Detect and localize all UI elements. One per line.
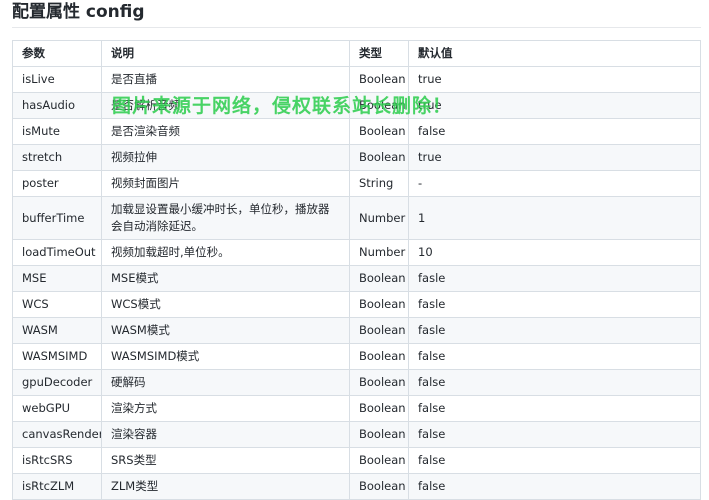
- cell-type: Boolean: [349, 291, 409, 318]
- table-row: loadTimeOut 视频加载超时,单位秒。 Number 10: [12, 239, 701, 266]
- table-row: isMute 是否渲染音频 Boolean false: [12, 118, 701, 145]
- cell-default: 10: [408, 239, 701, 266]
- table-row: webGPU 渲染方式 Boolean false: [12, 395, 701, 422]
- cell-default: fasle: [408, 265, 701, 292]
- table-body: isLive 是否直播 Boolean true hasAudio 是否解析音频…: [12, 66, 701, 500]
- cell-param: MSE: [12, 265, 102, 292]
- cell-default: fasle: [408, 317, 701, 344]
- table-row: isRtcSRS SRS类型 Boolean false: [12, 447, 701, 474]
- page-title: 配置属性 config: [12, 2, 145, 22]
- cell-type: Boolean: [349, 92, 409, 119]
- header-default: 默认值: [408, 40, 701, 67]
- cell-param: webGPU: [12, 395, 102, 422]
- table-row: WCS WCS模式 Boolean fasle: [12, 291, 701, 318]
- cell-type: Boolean: [349, 265, 409, 292]
- header-type: 类型: [349, 40, 409, 67]
- cell-param: isLive: [12, 66, 102, 93]
- cell-description: ZLM类型: [101, 473, 350, 500]
- cell-param: isMute: [12, 118, 102, 145]
- cell-description: 视频加载超时,单位秒。: [101, 239, 350, 266]
- cell-type: Boolean: [349, 343, 409, 370]
- cell-default: true: [408, 92, 701, 119]
- cell-param: canvasRender: [12, 421, 102, 448]
- table-row: WASMSIMD WASMSIMD模式 Boolean false: [12, 343, 701, 370]
- cell-param: WASM: [12, 317, 102, 344]
- cell-type: Number: [349, 239, 409, 266]
- cell-description: 渲染容器: [101, 421, 350, 448]
- cell-description: 是否渲染音频: [101, 118, 350, 145]
- table-row: canvasRender 渲染容器 Boolean false: [12, 421, 701, 448]
- cell-param: stretch: [12, 144, 102, 171]
- table-row: bufferTime 加载显设置最小缓冲时长，单位秒，播放器会自动消除延迟。 N…: [12, 196, 701, 240]
- cell-type: Boolean: [349, 369, 409, 396]
- cell-param: bufferTime: [12, 196, 102, 240]
- header-description: 说明: [101, 40, 350, 67]
- cell-description: 加载显设置最小缓冲时长，单位秒，播放器会自动消除延迟。: [101, 196, 350, 240]
- cell-default: false: [408, 369, 701, 396]
- table-row: MSE MSE模式 Boolean fasle: [12, 265, 701, 292]
- header-param: 参数: [12, 40, 102, 67]
- cell-description: 渲染方式: [101, 395, 350, 422]
- cell-param: WCS: [12, 291, 102, 318]
- cell-param: hasAudio: [12, 92, 102, 119]
- table-header: 参数 说明 类型 默认值: [12, 40, 701, 67]
- cell-default: false: [408, 395, 701, 422]
- cell-type: Boolean: [349, 473, 409, 500]
- cell-type: Boolean: [349, 421, 409, 448]
- cell-type: Boolean: [349, 317, 409, 344]
- cell-description: SRS类型: [101, 447, 350, 474]
- cell-type: Boolean: [349, 395, 409, 422]
- document-page: 配置属性 config 参数 说明 类型 默认值 isLive 是否直播 Boo…: [0, 0, 709, 500]
- table-row: poster 视频封面图片 String -: [12, 170, 701, 197]
- cell-default: true: [408, 66, 701, 93]
- table-row: isLive 是否直播 Boolean true: [12, 66, 701, 93]
- cell-description: 视频封面图片: [101, 170, 350, 197]
- table-header-row: 参数 说明 类型 默认值: [12, 40, 701, 67]
- cell-param: isRtcSRS: [12, 447, 102, 474]
- heading-divider: [12, 27, 701, 28]
- cell-param: poster: [12, 170, 102, 197]
- cell-default: false: [408, 447, 701, 474]
- cell-default: false: [408, 343, 701, 370]
- cell-default: false: [408, 473, 701, 500]
- cell-description: 硬解码: [101, 369, 350, 396]
- cell-type: Number: [349, 196, 409, 240]
- table-row: hasAudio 是否解析音频 Boolean true: [12, 92, 701, 119]
- cell-default: false: [408, 118, 701, 145]
- cell-description: WCS模式: [101, 291, 350, 318]
- table-row: gpuDecoder 硬解码 Boolean false: [12, 369, 701, 396]
- cell-param: isRtcZLM: [12, 473, 102, 500]
- cell-default: true: [408, 144, 701, 171]
- cell-default: false: [408, 421, 701, 448]
- cell-type: Boolean: [349, 118, 409, 145]
- config-table: 参数 说明 类型 默认值 isLive 是否直播 Boolean true ha…: [12, 40, 701, 500]
- cell-default: -: [408, 170, 701, 197]
- cell-type: Boolean: [349, 447, 409, 474]
- table-row: isRtcZLM ZLM类型 Boolean false: [12, 473, 701, 500]
- cell-description: 是否直播: [101, 66, 350, 93]
- cell-type: String: [349, 170, 409, 197]
- table-row: stretch 视频拉伸 Boolean true: [12, 144, 701, 171]
- cell-param: WASMSIMD: [12, 343, 102, 370]
- cell-default: 1: [408, 196, 701, 240]
- cell-type: Boolean: [349, 66, 409, 93]
- cell-param: loadTimeOut: [12, 239, 102, 266]
- cell-default: fasle: [408, 291, 701, 318]
- cell-description: MSE模式: [101, 265, 350, 292]
- cell-description: 视频拉伸: [101, 144, 350, 171]
- cell-description: WASMSIMD模式: [101, 343, 350, 370]
- table-row: WASM WASM模式 Boolean fasle: [12, 317, 701, 344]
- cell-type: Boolean: [349, 144, 409, 171]
- cell-description: 是否解析音频: [101, 92, 350, 119]
- cell-description: WASM模式: [101, 317, 350, 344]
- cell-param: gpuDecoder: [12, 369, 102, 396]
